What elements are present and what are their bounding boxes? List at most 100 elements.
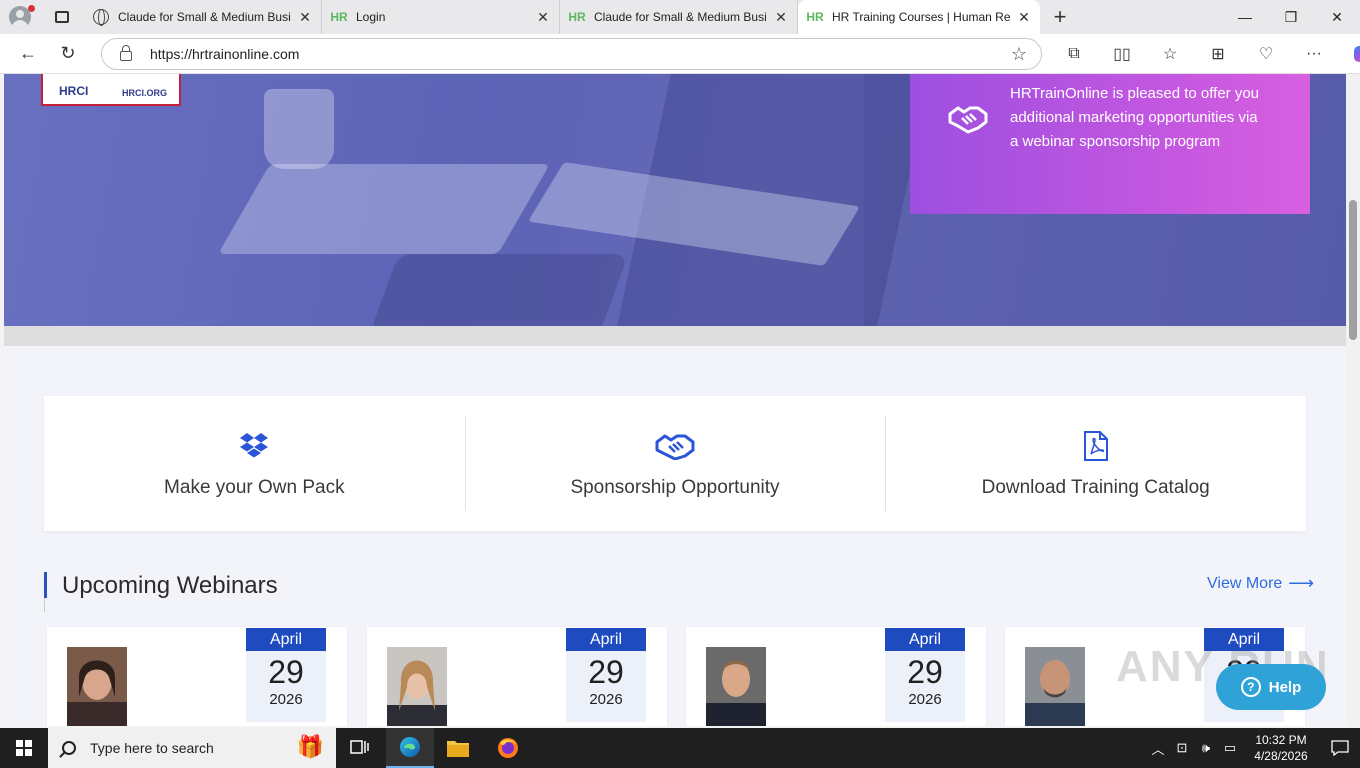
profile-button[interactable] — [0, 0, 40, 34]
file-explorer-icon[interactable] — [434, 728, 482, 768]
task-view-button[interactable] — [336, 728, 384, 768]
network-icon[interactable]: ⊡ — [1170, 740, 1194, 756]
browser-essentials-icon[interactable]: ♡ — [1242, 34, 1290, 74]
url-text[interactable]: https://hrtrainonline.com — [150, 46, 299, 62]
refresh-button[interactable]: ↻ — [48, 34, 88, 74]
windows-taskbar: Type here to search 🎁 ︿ ⊡ 🕪 ▭ 10:32 PM 4… — [0, 728, 1360, 768]
edge-taskbar-icon[interactable] — [386, 728, 434, 768]
hrci-logo[interactable]: HRCI HRCI.ORG — [41, 74, 181, 106]
help-label: Help — [1268, 678, 1302, 696]
feature-sponsorship-opportunity[interactable]: Sponsorship Opportunity — [464, 396, 886, 531]
back-button[interactable]: ← — [8, 34, 48, 74]
webinar-year: 2026 — [269, 691, 303, 708]
clock[interactable]: 10:32 PM 4/28/2026 — [1242, 732, 1320, 764]
tab-title: Claude for Small & Medium Businesses — [594, 10, 767, 24]
hr-favicon-icon: HR — [806, 10, 824, 24]
feature-label: Sponsorship Opportunity — [570, 476, 780, 498]
address-bar-row: ← ↻ https://hrtrainonline.com ☆ ⧉ ▯▯ ☆ ⊞… — [0, 34, 1360, 74]
webinar-year: 2026 — [589, 691, 623, 708]
tab-actions-button[interactable] — [40, 0, 84, 34]
browser-toolbar: ⧉ ▯▯ ☆ ⊞ ♡ ··· — [1050, 34, 1360, 74]
more-menu-icon[interactable]: ··· — [1290, 34, 1338, 74]
system-tray: ︿ ⊡ 🕪 ▭ 10:32 PM 4/28/2026 — [1146, 728, 1360, 768]
extensions-icon[interactable]: ⧉ — [1050, 34, 1098, 74]
presenter-photo — [387, 647, 447, 726]
tab-1[interactable]: Claude for Small & Medium Businesses ✕ — [84, 0, 322, 34]
tab-3[interactable]: HR Claude for Small & Medium Businesses … — [560, 0, 798, 34]
feature-make-your-own-pack[interactable]: Make your Own Pack — [44, 396, 465, 531]
presenter-photo — [67, 647, 127, 726]
search-icon — [62, 741, 76, 755]
favorites-icon[interactable]: ☆ — [1146, 34, 1194, 74]
restore-button[interactable]: ❐ — [1268, 0, 1314, 34]
chevron-up-icon[interactable]: ︿ — [1146, 739, 1170, 758]
feature-download-training-catalog[interactable]: Download Training Catalog — [885, 396, 1306, 531]
tab-4-active[interactable]: HR HR Training Courses | Human Resources… — [798, 0, 1040, 34]
handshake-icon — [655, 429, 695, 463]
section-accent-bar — [44, 572, 47, 598]
tab-title: Claude for Small & Medium Businesses — [118, 10, 291, 24]
volume-icon[interactable]: 🕪 — [1194, 740, 1218, 756]
split-screen-icon[interactable]: ▯▯ — [1098, 34, 1146, 74]
webinar-year: 2026 — [908, 691, 942, 708]
dropbox-icon — [239, 429, 269, 463]
tab-title: Login — [356, 10, 386, 24]
close-tab-icon[interactable]: ✕ — [535, 9, 551, 26]
scrollbar-thumb[interactable] — [1349, 200, 1357, 340]
minimize-button[interactable]: — — [1222, 0, 1268, 34]
presenter-photo — [706, 647, 766, 726]
browser-tab-bar: Claude for Small & Medium Businesses ✕ H… — [0, 0, 1360, 34]
close-tab-icon[interactable]: ✕ — [1016, 9, 1032, 26]
hr-favicon-icon: HR — [330, 10, 348, 24]
tab-2[interactable]: HR Login ✕ — [322, 0, 560, 34]
firefox-icon[interactable] — [484, 728, 532, 768]
notification-dot — [28, 5, 35, 12]
webinar-card[interactable]: April 29 2026 — [686, 627, 986, 726]
pdf-icon — [1083, 429, 1109, 463]
url-field[interactable]: https://hrtrainonline.com ☆ — [101, 38, 1042, 70]
arrow-right-icon: ⟶ — [1288, 573, 1315, 593]
clock-time: 10:32 PM — [1255, 733, 1307, 747]
globe-icon — [92, 8, 110, 26]
feature-panel: Make your Own Pack Sponsorship Opportuni… — [44, 396, 1306, 531]
lock-icon[interactable] — [120, 45, 132, 61]
webinar-date: April 29 2026 — [566, 628, 646, 722]
close-tab-icon[interactable]: ✕ — [773, 9, 789, 26]
search-placeholder: Type here to search — [90, 740, 214, 756]
webinar-day: 29 — [268, 654, 304, 690]
window-controls: — ❐ ✕ — [1222, 0, 1360, 34]
section-accent-line — [44, 598, 45, 612]
start-button[interactable] — [0, 728, 48, 768]
taskbar-search-box[interactable]: Type here to search 🎁 — [48, 728, 336, 768]
view-more-link[interactable]: View More ⟶ — [1207, 573, 1314, 594]
webinar-month: April — [885, 628, 965, 651]
webinar-month: April — [246, 628, 326, 651]
new-tab-button[interactable]: + — [1040, 0, 1080, 34]
webinar-date: April 29 2026 — [246, 628, 326, 722]
collections-icon[interactable]: ⊞ — [1194, 34, 1242, 74]
hr-favicon-icon: HR — [568, 10, 586, 24]
upcoming-webinars-title: Upcoming Webinars — [62, 572, 278, 599]
webinar-card[interactable]: April 29 2026 — [367, 627, 667, 726]
page-scrollbar[interactable] — [1346, 74, 1360, 726]
help-button[interactable]: ? Help — [1216, 664, 1326, 710]
close-window-button[interactable]: ✕ — [1314, 0, 1360, 34]
favorite-star-icon[interactable]: ☆ — [1011, 44, 1027, 65]
clock-date: 4/28/2026 — [1254, 749, 1308, 763]
tab-actions-icon — [55, 11, 69, 23]
copilot-icon[interactable] — [1338, 34, 1360, 74]
feature-label: Make your Own Pack — [164, 476, 345, 498]
close-tab-icon[interactable]: ✕ — [297, 9, 313, 26]
presenter-photo — [1025, 647, 1085, 726]
tab-title: HR Training Courses | Human Resources — [832, 10, 1010, 24]
handshake-icon — [948, 104, 988, 139]
webinar-day: 29 — [907, 654, 943, 690]
web-page: HRCI HRCI.ORG HRTrainOnline is pleased t… — [4, 74, 1346, 726]
display-icon[interactable]: ▭ — [1218, 740, 1242, 756]
sponsorship-promo-box: HRTrainOnline is pleased to offer you ad… — [910, 74, 1310, 214]
webinar-card[interactable]: April 29 2026 — [47, 627, 347, 726]
notifications-icon[interactable] — [1320, 740, 1360, 756]
feature-label: Download Training Catalog — [981, 476, 1210, 498]
hrci-logo-url: HRCI.ORG — [122, 88, 167, 98]
webinar-month: April — [566, 628, 646, 651]
